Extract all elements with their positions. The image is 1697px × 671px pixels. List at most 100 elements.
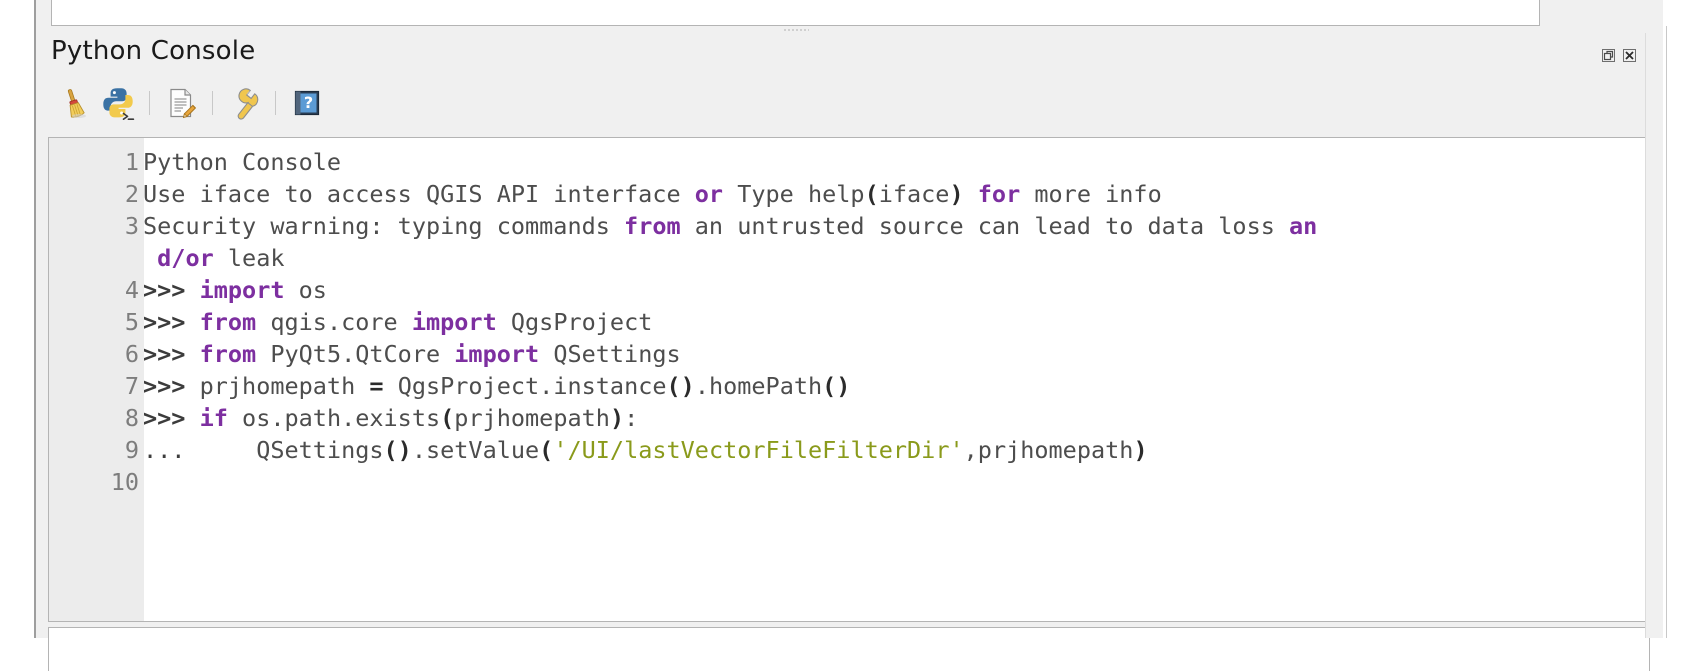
code-token: os xyxy=(284,276,327,304)
python-console-dock: Python Console ? 1 Python Console 2 Use … xyxy=(36,33,1663,671)
code-token: iface xyxy=(878,180,950,208)
show-editor-button[interactable] xyxy=(159,81,203,125)
code-token: () xyxy=(666,372,695,400)
code-token: or xyxy=(694,180,724,208)
scrollbar-track[interactable] xyxy=(1666,26,1695,638)
line-number: 3 xyxy=(49,210,143,242)
line-text: >>> prjhomepath = QgsProject.instance().… xyxy=(143,372,850,400)
console-line: 10 xyxy=(49,466,1649,498)
code-token: () xyxy=(822,372,851,400)
code-token: QSettings xyxy=(539,340,681,368)
console-code-lines: 1 Python Console 2 Use iface to access QGIS… xyxy=(49,146,1649,498)
console-toolbar: ? xyxy=(36,77,1663,129)
line-text: >>> from PyQt5.QtCore import QSettings xyxy=(143,340,681,368)
run-script-button[interactable] xyxy=(96,81,140,125)
line-text: >>> if os.path.exists(prjhomepath): xyxy=(143,404,638,432)
code-token: import xyxy=(411,308,497,336)
line-number: 4 xyxy=(49,274,143,306)
code-token: os.path.exists xyxy=(227,404,441,432)
code-token: , xyxy=(963,436,978,464)
line-number: 8 xyxy=(49,402,143,434)
code-token: QgsProject.instance xyxy=(383,372,667,400)
code-token: from xyxy=(199,308,257,336)
options-button[interactable] xyxy=(222,81,266,125)
code-token: >>> xyxy=(143,404,186,432)
code-token: an untrusted source can lead to data los… xyxy=(680,212,1290,240)
console-input-area[interactable] xyxy=(48,627,1650,671)
code-token: .homePath xyxy=(694,372,823,400)
console-output-area[interactable]: 1 Python Console 2 Use iface to access QGIS… xyxy=(48,137,1650,622)
upper-panel-right-padding xyxy=(1540,0,1663,26)
code-token: () xyxy=(383,436,412,464)
main-window-scrollbar-column[interactable] xyxy=(1663,0,1697,638)
dock-titlebar-buttons xyxy=(1602,49,1636,62)
line-number: 7 xyxy=(49,370,143,402)
console-line: 6 >>> from PyQt5.QtCore import QSettings xyxy=(49,338,1649,370)
code-token: ... xyxy=(143,436,186,464)
console-line: 8 >>> if os.path.exists(prjhomepath): xyxy=(49,402,1649,434)
code-token: Python Console xyxy=(143,148,342,176)
code-token: Use iface to access QGIS API interface xyxy=(143,180,695,208)
toolbar-separator xyxy=(149,91,150,115)
code-token: import xyxy=(454,340,540,368)
splitter-grip-dots xyxy=(782,29,809,31)
code-token: Security warning: typing commands xyxy=(143,212,625,240)
code-token: ) xyxy=(949,180,964,208)
line-text: Use iface to access QGIS API interface o… xyxy=(143,180,1162,208)
console-scroll-region[interactable]: 1 Python Console 2 Use iface to access QGIS… xyxy=(49,138,1649,621)
code-token: an xyxy=(1289,212,1318,240)
code-token: .setValue xyxy=(411,436,540,464)
console-line: 9... QSettings().setValue('/UI/lastVecto… xyxy=(49,434,1649,466)
line-text: Python Console xyxy=(143,148,341,176)
code-token: prjhomepath xyxy=(454,404,610,432)
code-token: for xyxy=(977,180,1021,208)
code-token: qgis.core xyxy=(256,308,412,336)
line-number: 5 xyxy=(49,306,143,338)
code-token: ( xyxy=(440,404,455,432)
toolbar-separator xyxy=(275,91,276,115)
toolbar-separator xyxy=(212,91,213,115)
line-number: 6 xyxy=(49,338,143,370)
help-button[interactable]: ? xyxy=(285,81,329,125)
upper-panel xyxy=(51,0,1540,26)
line-number: 9 xyxy=(49,434,143,466)
code-token: d/or xyxy=(157,244,214,272)
code-token: = xyxy=(369,372,384,400)
float-dock-button[interactable] xyxy=(1602,49,1615,62)
code-token: ) xyxy=(609,404,625,432)
code-token: Type help xyxy=(723,180,865,208)
code-token: PyQt5.QtCore xyxy=(256,340,455,368)
line-text: >>> from qgis.core import QgsProject xyxy=(143,308,652,336)
code-token: ( xyxy=(539,436,554,464)
line-number: 10 xyxy=(49,466,143,498)
page-title: Python Console xyxy=(51,36,256,66)
console-line: 3 Security warning: typing commands from … xyxy=(49,210,1649,242)
svg-text:?: ? xyxy=(304,93,313,112)
qgis-main-window: Python Console ? 1 Python Console 2 Use … xyxy=(0,0,1697,671)
window-left-background xyxy=(0,0,34,638)
code-token: if xyxy=(199,404,228,432)
console-line: 1 Python Console xyxy=(49,146,1649,178)
line-number: 2 xyxy=(49,178,143,210)
console-line-continuation: d/or leak xyxy=(49,242,1649,274)
code-token: >>> xyxy=(143,372,186,400)
code-token: QSettings xyxy=(185,436,384,464)
console-line: 7 >>> prjhomepath = QgsProject.instance()… xyxy=(49,370,1649,402)
code-token: QgsProject xyxy=(496,308,653,336)
dock-titlebar: Python Console xyxy=(36,33,1663,77)
code-token: more info xyxy=(1020,180,1162,208)
dock-vertical-scrollbar[interactable] xyxy=(1645,33,1663,638)
line-number: 1 xyxy=(49,146,143,178)
code-token: >>> xyxy=(143,308,186,336)
code-token: prjhomepath xyxy=(977,436,1134,464)
code-token: ( xyxy=(864,180,879,208)
clear-console-button[interactable] xyxy=(52,81,96,125)
line-number xyxy=(49,242,143,274)
close-dock-button[interactable] xyxy=(1623,49,1636,62)
